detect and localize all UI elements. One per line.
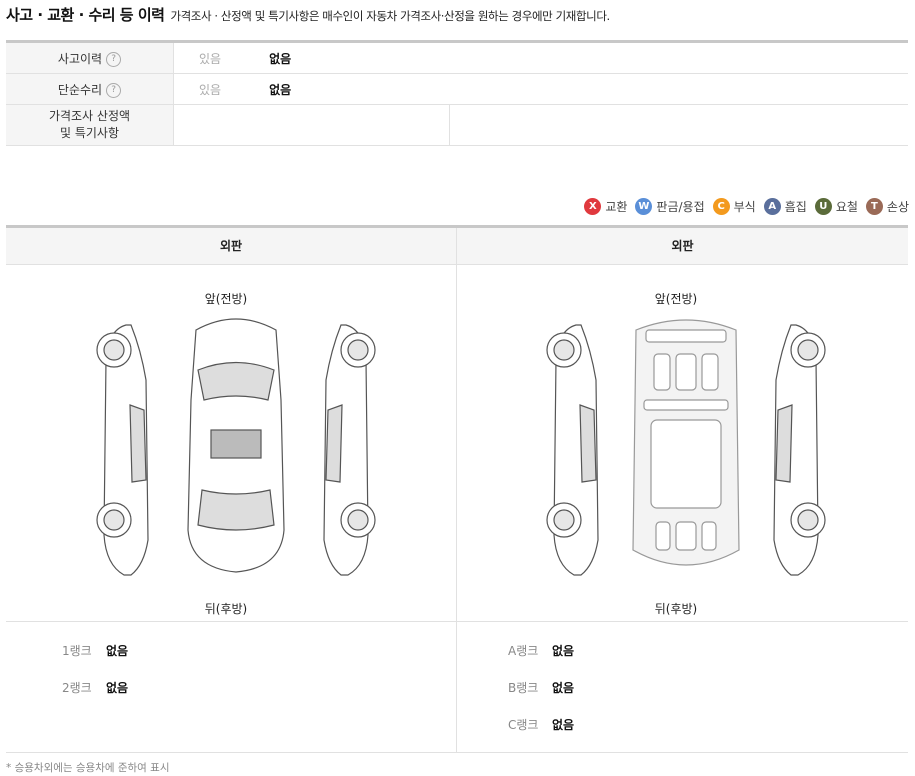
legend-label: 교환 [605,200,628,214]
history-row-price: 가격조사 산정액 및 특기사항 [6,104,908,146]
damage-t-icon: T [865,198,883,215]
repair-value-cell: 있음 없음 [173,73,908,105]
rank-value: 없음 [552,718,575,732]
price-label-line1: 가격조사 산정액 [48,109,131,123]
accident-value-cell: 있음 없음 [173,41,908,74]
accident-option-yes: 있음 [199,51,222,66]
section-title-desc: 가격조사 · 산정액 및 특기사항은 매수인이 자동차 가격조사·산정을 원하는… [170,9,610,23]
dent-u-icon: U [814,198,832,215]
corrosion-c-icon: C [712,198,730,215]
help-icon[interactable]: ? [106,51,122,67]
repair-option-no: 없음 [269,82,292,97]
price-label-line2: 및 특기사항 [59,126,119,140]
accident-label: 사고이력 [57,51,103,66]
legend-item-corrosion: C 부식 [712,198,756,215]
history-table: 사고이력? 있음 없음 단순수리? 있음 없음 가격조사 산정액 및 특기사항 [6,40,908,146]
legend-label: 흠집 [784,200,807,214]
rank-value: 없음 [106,681,129,695]
price-label-cell: 가격조사 산정액 및 특기사항 [6,104,174,146]
rear-label-left: 뒤(후방) [204,602,248,616]
legend-label: 판금/용접 [656,200,705,214]
windshield-front [197,361,275,401]
frame-rear-panel-3 [701,521,717,551]
panel-header-left: 외판 [6,228,456,265]
legend-item-welding: W 판금/용접 [635,198,705,215]
front-label-right: 앞(전방) [654,292,698,306]
price-value-cell [173,104,450,146]
rank-item-b: B랭크 없음 [508,679,574,696]
right-side-window [325,404,343,483]
rank-value: 없음 [552,644,575,658]
rank-value: 없음 [552,681,575,695]
damage-legend: X 교환 W 판금/용접 C 부식 A 흠집 U 요철 T 손상 [576,198,909,215]
legend-item-scratch: A 흠집 [763,198,807,215]
welding-w-icon: W [635,198,653,215]
help-icon[interactable]: ? [106,82,122,98]
exchange-x-icon: X [584,198,602,215]
frame-rear-panel-1 [655,521,671,551]
panel-divider [456,228,457,753]
rank-item-2: 2랭크 없음 [62,679,128,696]
footnote: * 승용차외에는 승용차에 준하여 표시 [6,762,170,774]
rear-label-right: 뒤(후방) [654,602,698,616]
rank-item-c: C랭크 없음 [508,716,574,733]
section-title-main: 사고 · 교환 · 수리 등 이력 [6,6,165,24]
front-label-left: 앞(전방) [204,292,248,306]
car-frame-diagram[interactable] [536,310,836,588]
rank-label: C랭크 [508,718,539,732]
legend-item-dent: U 요철 [814,198,858,215]
frame-front-left-member [653,353,671,391]
inspection-panel: 외판 외판 앞(전방) 뒤(후방) 앞(전방) 뒤(후방) 1랭크 없음 2랭크… [6,225,908,753]
car-exterior-diagram[interactable] [86,310,386,588]
accident-option-no: 없음 [269,51,292,66]
frame-floor-panel [650,419,722,509]
scratch-a-icon: A [763,198,781,215]
repair-label-cell: 단순수리? [6,73,174,105]
rank-value: 없음 [106,644,129,658]
frame-front-panel [645,329,727,343]
legend-label: 손상 [886,200,909,214]
rank-label: 1랭크 [62,644,92,658]
frame-rear-panel-2 [675,521,697,551]
accident-label-cell: 사고이력? [6,41,174,74]
bottom-separator [6,752,908,753]
rank-label: B랭크 [508,681,539,695]
legend-label: 부식 [733,200,756,214]
legend-item-exchange: X 교환 [584,198,627,215]
rank-item-a: A랭크 없음 [508,642,574,659]
repair-option-yes: 있음 [199,82,222,97]
windshield-rear [197,489,275,531]
legend-label: 요철 [835,200,858,214]
frame-front-center [675,353,697,391]
left-side-window [129,404,147,483]
rank-label: 2랭크 [62,681,92,695]
roof-panel [210,429,262,459]
frame-cross-member [643,399,729,411]
legend-item-damage: T 손상 [865,198,909,215]
history-row-accident: 사고이력? 있음 없음 [6,41,908,74]
section-title: 사고 · 교환 · 수리 등 이력 가격조사 · 산정액 및 특기사항은 매수인… [6,4,610,26]
history-row-repair: 단순수리? 있음 없음 [6,73,908,105]
panel-header-right: 외판 [457,228,908,265]
rank-label: A랭크 [508,644,539,658]
repair-label: 단순수리 [57,82,103,97]
rank-item-1: 1랭크 없음 [62,642,128,659]
rank-separator [6,621,908,622]
price-note-cell [449,104,908,146]
frame-front-right-member [701,353,719,391]
